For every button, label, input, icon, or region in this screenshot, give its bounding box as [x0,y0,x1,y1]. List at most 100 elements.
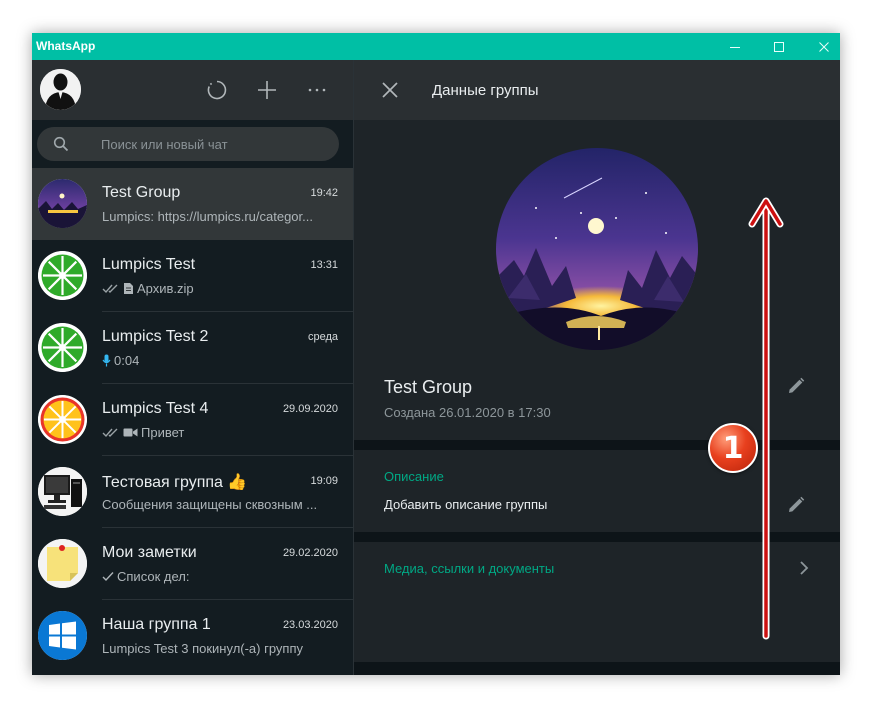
group-name: Test Group [384,377,473,397]
chat-preview-text: Архив.zip [137,281,194,296]
menu-icon [308,88,326,92]
chat-name: Мои заметки [102,544,197,561]
media-card[interactable]: Медиа, ссылки и документы [354,542,840,662]
group-avatar[interactable] [496,148,698,350]
green-lime-icon [38,251,87,300]
edit-description-button[interactable] [786,495,806,515]
group-info-header: Данные группы [354,60,840,120]
search-bar [32,120,353,172]
chat-preview: Lumpics: https://lumpics.ru/categor... [102,209,340,224]
chat-list-header [32,60,353,120]
close-panel-button[interactable] [380,80,400,100]
chat-preview: Lumpics Test 3 покинул(-а) группу [102,641,340,656]
chat-preview-text: Сообщения защищены сквозным ... [102,497,318,512]
chat-name: Lumpics Test [102,256,196,273]
chat-time: 29.09.2020 [282,403,338,415]
new-chat-button[interactable] [255,78,279,102]
avatar[interactable] [40,69,81,110]
chat-item-test-group-ru[interactable]: Тестовая группа 👍 19:09 Сообщения защище… [32,456,353,528]
chat-time: 19:42 [310,187,338,199]
avatar [38,395,87,444]
minimize-icon [730,46,740,48]
avatar [38,539,87,588]
user-silhouette-icon [40,69,81,110]
description-card: Описание Добавить описание группы [354,450,840,532]
chat-time: 29.02.2020 [282,547,338,559]
pencil-icon [789,377,805,393]
maximize-icon [774,41,784,52]
chat-preview-text: Lumpics Test 3 покинул(-а) группу [102,641,304,656]
maximize-button[interactable] [756,33,802,60]
chat-preview: Архив.zip [102,281,340,296]
night-landscape-icon [38,179,87,228]
chat-preview: Список дел: [102,569,340,584]
chat-name: Тестовая группа 👍 [102,474,248,491]
chat-item-lumpics-test-4[interactable]: Lumpics Test 4 29.09.2020 Привет [32,384,353,456]
video-icon [123,428,138,437]
app-window: WhatsApp Поиск или новый чат Test Group … [32,33,840,675]
windows-logo-icon [38,611,87,660]
pencil-icon [789,496,805,512]
close-icon [819,41,829,52]
avatar [38,251,87,300]
group-profile-card: Test Group Создана 26.01.2020 в 17:30 [354,120,840,440]
description-label: Описание [384,469,444,484]
microphone-icon [102,354,111,367]
green-lime-icon [38,323,87,372]
chat-list-pane: Test Group 19:42 Lumpics: https://lumpic… [32,60,354,675]
media-links-docs-label: Медиа, ссылки и документы [384,561,555,576]
chat-name: Test Group [102,184,181,201]
title-bar: WhatsApp [32,33,840,60]
app-title: WhatsApp [36,39,96,53]
double-check-icon [102,284,118,294]
group-created-date: Создана 26.01.2020 в 17:30 [384,405,551,420]
add-description-link[interactable]: Добавить описание группы [384,497,547,512]
chat-time: 13:31 [310,259,338,271]
search-input[interactable] [101,127,321,161]
chat-name: Lumpics Test 4 [102,400,209,417]
chat-item-lumpics-test[interactable]: Lumpics Test 13:31 Архив.zip [32,240,353,312]
avatar [38,611,87,660]
computer-icon [38,467,87,516]
double-check-icon [102,428,118,438]
status-button[interactable] [205,78,229,102]
single-check-icon [102,572,114,582]
close-icon [382,82,398,98]
chat-name: Наша группа 1 [102,616,211,633]
chat-item-my-notes[interactable]: Мои заметки 29.02.2020 Список дел: [32,528,353,600]
chat-preview: Сообщения защищены сквозным ... [102,497,340,512]
avatar [38,467,87,516]
chat-preview-text: Lumpics: https://lumpics.ru/categor... [102,209,313,224]
night-landscape-icon [496,148,698,350]
chat-preview-text: Список дел: [117,569,190,584]
media-open-button[interactable] [794,558,814,578]
status-icon [207,80,227,100]
chat-item-test-group[interactable]: Test Group 19:42 Lumpics: https://lumpic… [32,168,353,240]
chat-preview: 0:04 [102,353,340,368]
avatar [38,179,87,228]
close-button[interactable] [801,33,840,60]
chat-name: Lumpics Test 2 [102,328,209,345]
chat-preview: Привет [102,425,340,440]
chat-list: Test Group 19:42 Lumpics: https://lumpic… [32,168,353,675]
chat-preview-text: Привет [141,425,185,440]
minimize-button[interactable] [712,33,758,60]
chat-preview-text: 0:04 [114,353,140,368]
chat-item-lumpics-test-2[interactable]: Lumpics Test 2 среда 0:04 [32,312,353,384]
document-icon [124,283,133,294]
search-icon [53,136,69,152]
sticky-note-icon [38,539,87,588]
orange-lemon-icon [38,395,87,444]
edit-name-button[interactable] [786,376,806,396]
step-number-badge: 1 [708,423,758,473]
menu-button[interactable] [305,78,329,102]
page-title: Данные группы [432,82,539,99]
chat-time: среда [307,331,338,343]
avatar [38,323,87,372]
search-box [37,127,339,161]
chevron-right-icon [800,561,809,575]
new-chat-icon [258,81,276,99]
chat-item-our-group-1[interactable]: Наша группа 1 23.03.2020 Lumpics Test 3 … [32,600,353,672]
chat-time: 19:09 [310,475,338,487]
chat-time: 23.03.2020 [282,619,338,631]
